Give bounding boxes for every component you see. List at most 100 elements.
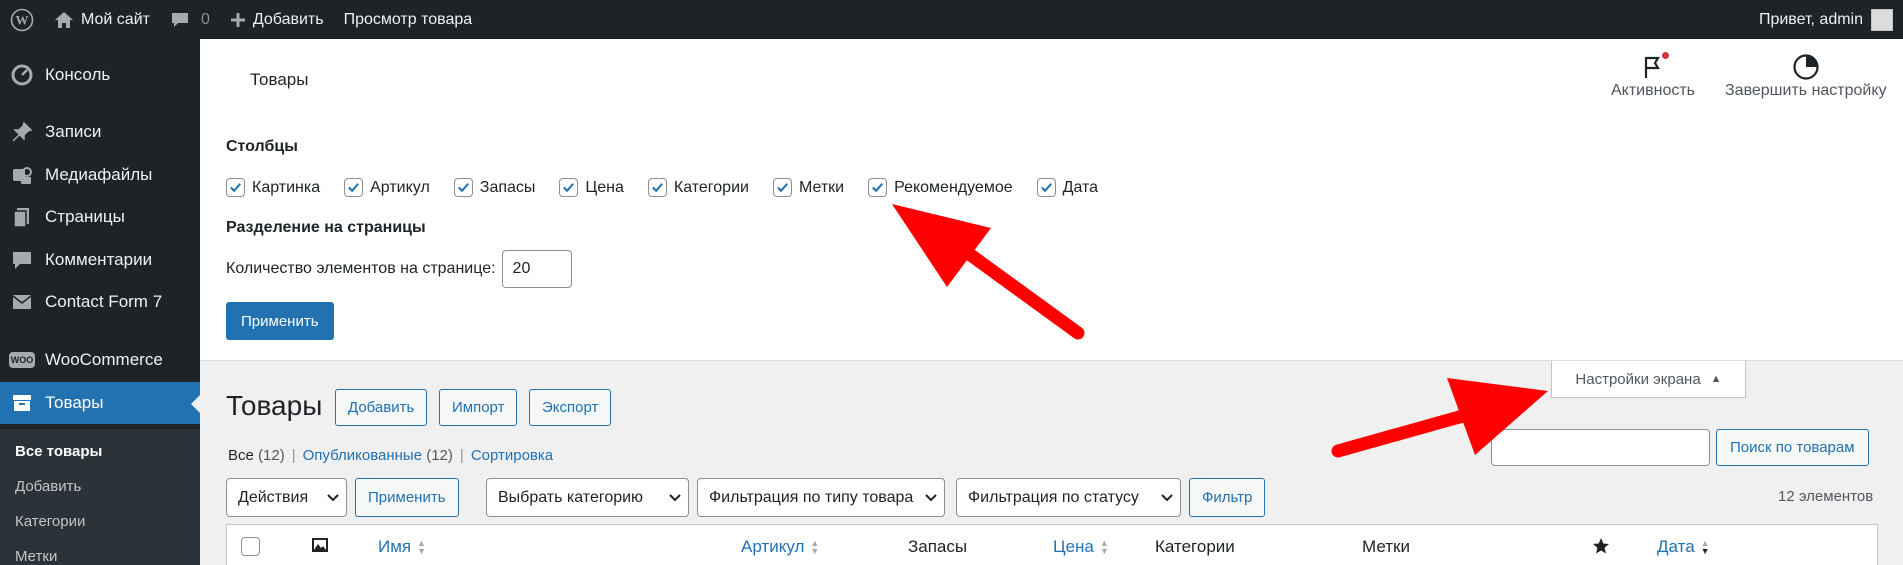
- status-filter-select[interactable]: Фильтрация по статусу: [956, 478, 1181, 517]
- sidebar-item-label: WooCommerce: [45, 350, 163, 369]
- submenu-tags[interactable]: Метки: [15, 548, 57, 565]
- screen-options-tab[interactable]: Настройки экрана ▲: [1551, 361, 1746, 398]
- column-toggle-tags[interactable]: Метки: [772, 178, 844, 197]
- checkmark-icon: [457, 183, 469, 193]
- column-toggle-stock[interactable]: Запасы: [453, 178, 535, 197]
- archive-icon: [10, 391, 34, 415]
- mail-icon: [10, 290, 34, 314]
- sidebar-item-media[interactable]: Медиафайлы: [0, 154, 200, 196]
- bulk-actions-value: Действия: [238, 488, 309, 506]
- active-menu-arrow: [191, 395, 200, 413]
- sidebar-item-contact-form-7[interactable]: Contact Form 7: [0, 281, 200, 323]
- media-icon: [10, 163, 34, 187]
- pagination-heading: Разделение на страницы: [226, 219, 426, 236]
- checkbox[interactable]: [453, 178, 473, 197]
- column-header-stock: Запасы: [908, 537, 968, 556]
- products-table: Имя ▲ ▼ Артикул ▲ ▼ Запасы Цена ▲ ▼ Категор…: [226, 524, 1878, 565]
- product-type-filter-select[interactable]: Фильтрация по типу товара: [697, 478, 945, 517]
- product-search-input[interactable]: [1491, 429, 1710, 466]
- notification-dot: [1662, 52, 1669, 59]
- comment-bubble-icon: [170, 11, 190, 29]
- checkbox[interactable]: [1036, 178, 1056, 197]
- sort-arrows-icon: ▲ ▼: [417, 538, 427, 556]
- wordpress-logo-button[interactable]: W: [0, 0, 44, 39]
- column-header-date[interactable]: Дата ▲ ▼: [1657, 537, 1710, 557]
- sidebar-item-label: Contact Form 7: [45, 292, 163, 311]
- chevron-down-icon: [924, 491, 938, 505]
- finish-setup-button[interactable]: Завершить настройку: [1725, 52, 1887, 100]
- column-toggle-label: Картинка: [252, 178, 321, 196]
- filter-button[interactable]: Фильтр: [1189, 478, 1266, 517]
- sidebar-item-label: Комментарии: [45, 250, 153, 269]
- checkbox[interactable]: [344, 178, 364, 197]
- comments-link[interactable]: 0: [160, 0, 220, 39]
- import-button[interactable]: Импорт: [439, 389, 518, 426]
- add-new-label: Добавить: [252, 10, 324, 28]
- category-filter-select[interactable]: Выбрать категорию: [486, 478, 689, 517]
- column-toggle-image[interactable]: Картинка: [226, 178, 320, 197]
- product-search-button[interactable]: Поиск по товарам: [1716, 429, 1869, 466]
- sidebar-item-products[interactable]: Товары: [0, 382, 200, 424]
- select-all-checkbox[interactable]: [241, 537, 260, 556]
- checkbox[interactable]: [647, 178, 667, 197]
- view-published[interactable]: Опубликованные (12): [303, 447, 453, 464]
- sidebar-item-pages[interactable]: Страницы: [0, 196, 200, 238]
- image-column-icon: [311, 536, 329, 554]
- activity-button[interactable]: Активность: [1611, 52, 1695, 100]
- screen-options-apply-button[interactable]: Применить: [226, 302, 334, 340]
- column-header-name[interactable]: Имя ▲ ▼: [378, 537, 426, 557]
- per-page-label: Количество элементов на странице:: [226, 260, 496, 277]
- export-button[interactable]: Экспорт: [529, 389, 612, 426]
- column-toggle-date[interactable]: Дата: [1036, 178, 1098, 197]
- sidebar-item-dashboard[interactable]: Консоль: [0, 54, 200, 96]
- avatar: [1871, 8, 1893, 31]
- finish-setup-label: Завершить настройку: [1725, 82, 1887, 99]
- svg-text:W: W: [16, 12, 29, 27]
- checkmark-icon: [230, 183, 241, 193]
- view-product-label: Просмотр товара: [343, 10, 473, 28]
- view-all[interactable]: Все (12): [228, 447, 285, 464]
- sidebar-item-label: Медиафайлы: [45, 165, 153, 184]
- column-toggle-price[interactable]: Цена: [559, 178, 624, 197]
- sort-arrows-icon: ▲ ▼: [1700, 538, 1710, 556]
- sidebar-item-posts[interactable]: Записи: [0, 111, 200, 153]
- column-header-sku[interactable]: Артикул ▲ ▼: [741, 537, 819, 557]
- column-toggle-label: Категории: [673, 178, 749, 196]
- sort-arrows-icon: ▲ ▼: [1099, 538, 1109, 556]
- checkbox[interactable]: [772, 178, 792, 197]
- per-page-input[interactable]: 20: [501, 250, 572, 288]
- view-sorting[interactable]: Сортировка: [471, 447, 553, 464]
- checkmark-icon: [651, 183, 663, 193]
- add-new-menu[interactable]: Добавить: [220, 0, 334, 39]
- checkmark-icon: [563, 183, 575, 193]
- submenu-add-new[interactable]: Добавить: [15, 478, 81, 495]
- column-toggle-sku[interactable]: Артикул: [344, 178, 430, 197]
- dashboard-icon: [10, 63, 34, 87]
- bulk-actions-select[interactable]: Действия: [226, 478, 347, 517]
- view-product-link[interactable]: Просмотр товара: [334, 0, 483, 39]
- column-toggle-featured[interactable]: Рекомендуемое: [868, 178, 1013, 197]
- column-header-price[interactable]: Цена ▲ ▼: [1053, 537, 1109, 557]
- site-name-link[interactable]: Мой сайт: [44, 0, 160, 39]
- chevron-down-icon: [326, 491, 340, 505]
- checkbox[interactable]: [226, 178, 245, 197]
- home-icon: [54, 11, 74, 29]
- sidebar-item-label: Товары: [45, 393, 104, 412]
- featured-star-icon[interactable]: [1592, 537, 1610, 555]
- admin-sidebar: Консоль Записи Медиафайлы Страницы Комме…: [0, 39, 200, 565]
- page-title: Товары: [226, 390, 323, 421]
- add-product-button[interactable]: Добавить: [335, 389, 428, 426]
- bulk-apply-button[interactable]: Применить: [355, 478, 459, 517]
- checkbox[interactable]: [559, 178, 579, 197]
- submenu-categories[interactable]: Категории: [15, 513, 85, 530]
- status-filter-value: Фильтрация по статусу: [968, 488, 1139, 506]
- my-account-menu[interactable]: Привет, admin: [1759, 8, 1903, 31]
- checkmark-icon: [777, 183, 788, 193]
- submenu-all-products[interactable]: Все товары: [15, 443, 102, 460]
- items-count: 12 элементов: [1778, 488, 1874, 505]
- column-toggle-categories[interactable]: Категории: [647, 178, 749, 197]
- checkbox[interactable]: [868, 178, 888, 197]
- sidebar-item-comments[interactable]: Комментарии: [0, 239, 200, 281]
- sidebar-item-woocommerce[interactable]: WOO WooCommerce: [0, 339, 200, 381]
- admin-bar: W Мой сайт 0 Добавить Просмотр товара Пр…: [0, 0, 1903, 39]
